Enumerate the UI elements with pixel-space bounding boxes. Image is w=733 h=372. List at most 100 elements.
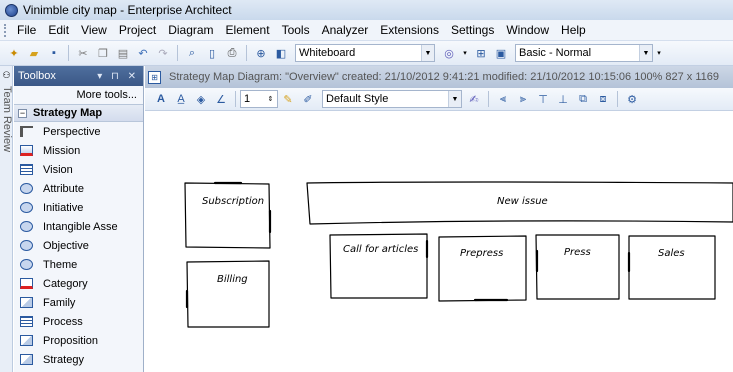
menu-element[interactable]: Element [220, 23, 276, 37]
toolbox-panel: Toolbox ▾ ⊓ ✕ More tools... − Strategy M… [14, 66, 144, 372]
zoom-icon[interactable]: ⊕ [253, 45, 269, 61]
toolbox-item-perspective[interactable]: Perspective [14, 122, 143, 141]
overflow-chevron-icon[interactable]: ▾ [461, 45, 469, 61]
diagram-shapes [184, 181, 733, 328]
align-top-icon[interactable]: ⊤ [535, 91, 551, 107]
layout-icon[interactable]: ⚙ [624, 91, 640, 107]
line-color-icon[interactable]: ∠ [213, 91, 229, 107]
paste-icon[interactable]: ▤ [115, 45, 131, 61]
toolbox-item-family[interactable]: Family [14, 293, 143, 312]
family-icon [20, 297, 33, 308]
open-folder-icon[interactable]: ▰ [26, 45, 42, 61]
highlight-icon[interactable]: ✍ [466, 91, 482, 107]
align-left-icon[interactable]: ⫷ [495, 91, 511, 107]
shape-label-press[interactable]: Press [564, 247, 591, 258]
same-height-icon[interactable]: ⧈ [595, 91, 611, 107]
toolbox-item-proposition[interactable]: Proposition [14, 331, 143, 350]
new-icon[interactable]: ✦ [6, 45, 22, 61]
shape-label-prepress[interactable]: Prepress [460, 248, 503, 259]
shape-label-call-for-articles[interactable]: Call for articles [343, 244, 418, 255]
menu-diagram[interactable]: Diagram [162, 23, 219, 37]
menu-extensions[interactable]: Extensions [374, 23, 445, 37]
menu-file[interactable]: File [11, 23, 42, 37]
menu-settings[interactable]: Settings [445, 23, 500, 37]
toolbox-item-label: Objective [43, 239, 89, 252]
overflow-chevron-icon[interactable]: ▾ [655, 45, 663, 61]
toolbox-item-intangible-asset[interactable]: Intangible Asse [14, 217, 143, 236]
vision-icon [20, 164, 33, 175]
menu-project[interactable]: Project [113, 23, 162, 37]
shape-label-sales[interactable]: Sales [658, 248, 685, 259]
grid-icon[interactable]: ⊞ [473, 45, 489, 61]
toolbar-separator [68, 45, 69, 61]
toolbox-group-header[interactable]: − Strategy Map [14, 104, 143, 122]
undo-icon[interactable]: ↶ [135, 45, 151, 61]
panel-controls-icon[interactable]: ▾ ⊓ ✕ [97, 71, 139, 82]
style-icon[interactable]: ▣ [493, 45, 509, 61]
find-icon[interactable]: ⌕ [184, 45, 200, 61]
fill-color-icon[interactable]: ◈ [193, 91, 209, 107]
toolbox-item-label: Family [43, 296, 76, 309]
toolbox-item-process[interactable]: Process [14, 312, 143, 331]
same-width-icon[interactable]: ⧉ [575, 91, 591, 107]
workspace-value: Whiteboard [299, 47, 356, 59]
collapse-icon[interactable]: − [18, 108, 27, 118]
menu-help[interactable]: Help [555, 23, 592, 37]
app-logo-icon [5, 3, 18, 17]
menu-edit[interactable]: Edit [42, 23, 75, 37]
font-color-icon[interactable]: A̲ [173, 91, 189, 107]
line-width-value: 1 [244, 93, 251, 105]
cut-icon[interactable]: ✂ [75, 45, 91, 61]
pencil-icon[interactable]: ✎ [280, 91, 296, 107]
toolbox-item-initiative[interactable]: Initiative [14, 198, 143, 217]
diagram-icon[interactable]: ◧ [273, 45, 289, 61]
shape-label-new-issue[interactable]: New issue [497, 196, 548, 207]
diagram-caption: Strategy Map Diagram: "Overview" created… [169, 71, 720, 83]
diagram-canvas[interactable]: Subscription New issue Billing Call for … [145, 111, 733, 372]
more-tools-link[interactable]: More tools... [14, 86, 143, 104]
toolbox-item-objective[interactable]: Objective [14, 236, 143, 255]
chevron-down-icon: ▼ [639, 45, 652, 61]
team-review-icon: ⚇ [2, 70, 11, 80]
diagram-caption-bar: ⊞ Strategy Map Diagram: "Overview" creat… [145, 66, 733, 88]
line-width-spinner[interactable]: 1 ⇕ [240, 90, 278, 108]
save-icon[interactable]: ▪ [46, 45, 62, 61]
strategy-icon [20, 354, 33, 365]
print-icon[interactable]: ⎙ [224, 45, 240, 61]
team-review-label[interactable]: Team Review [1, 86, 13, 152]
shape-label-subscription[interactable]: Subscription [202, 196, 264, 207]
toolbox-header: Toolbox ▾ ⊓ ✕ [14, 66, 143, 86]
toolbox-item-mission[interactable]: Mission [14, 141, 143, 160]
menu-view[interactable]: View [75, 23, 113, 37]
toolbox-item-category[interactable]: Category [14, 274, 143, 293]
page-icon[interactable]: ▯ [204, 45, 220, 61]
menu-tools[interactable]: Tools [276, 23, 316, 37]
brush-icon[interactable]: ✐ [300, 91, 316, 107]
style-selector[interactable]: Default Style ▼ [322, 90, 462, 108]
toolbar-separator [488, 91, 489, 107]
toolbox-item-label: Intangible Asse [43, 220, 118, 233]
font-icon[interactable]: A [153, 91, 169, 107]
workspace-dropdown[interactable]: Whiteboard ▼ [295, 44, 435, 62]
align-right-icon[interactable]: ⫸ [515, 91, 531, 107]
team-review-rail[interactable]: ⚇ Team Review [0, 66, 13, 372]
menu-window[interactable]: Window [500, 23, 555, 37]
diagram-type-icon: ⊞ [148, 70, 161, 84]
toolbox-item-theme[interactable]: Theme [14, 255, 143, 274]
align-bottom-icon[interactable]: ⊥ [555, 91, 571, 107]
perspective-globe-icon[interactable]: ◎ [441, 45, 457, 61]
objective-icon [20, 240, 33, 251]
toolbox-item-attribute[interactable]: Attribute [14, 179, 143, 198]
toolbox-item-vision[interactable]: Vision [14, 160, 143, 179]
intangible-asset-icon [20, 221, 33, 232]
menu-analyzer[interactable]: Analyzer [316, 23, 375, 37]
copy-icon[interactable]: ❐ [95, 45, 111, 61]
toolbox-item-label: Proposition [43, 334, 99, 347]
shape-sales [628, 235, 716, 300]
style-dropdown[interactable]: Basic - Normal ▼ [515, 44, 653, 62]
toolbox-item-strategy[interactable]: Strategy [14, 350, 143, 369]
process-icon [20, 316, 33, 327]
redo-icon[interactable]: ↷ [155, 45, 171, 61]
toolbox-item-label: Theme [43, 258, 78, 271]
shape-label-billing[interactable]: Billing [217, 274, 248, 285]
